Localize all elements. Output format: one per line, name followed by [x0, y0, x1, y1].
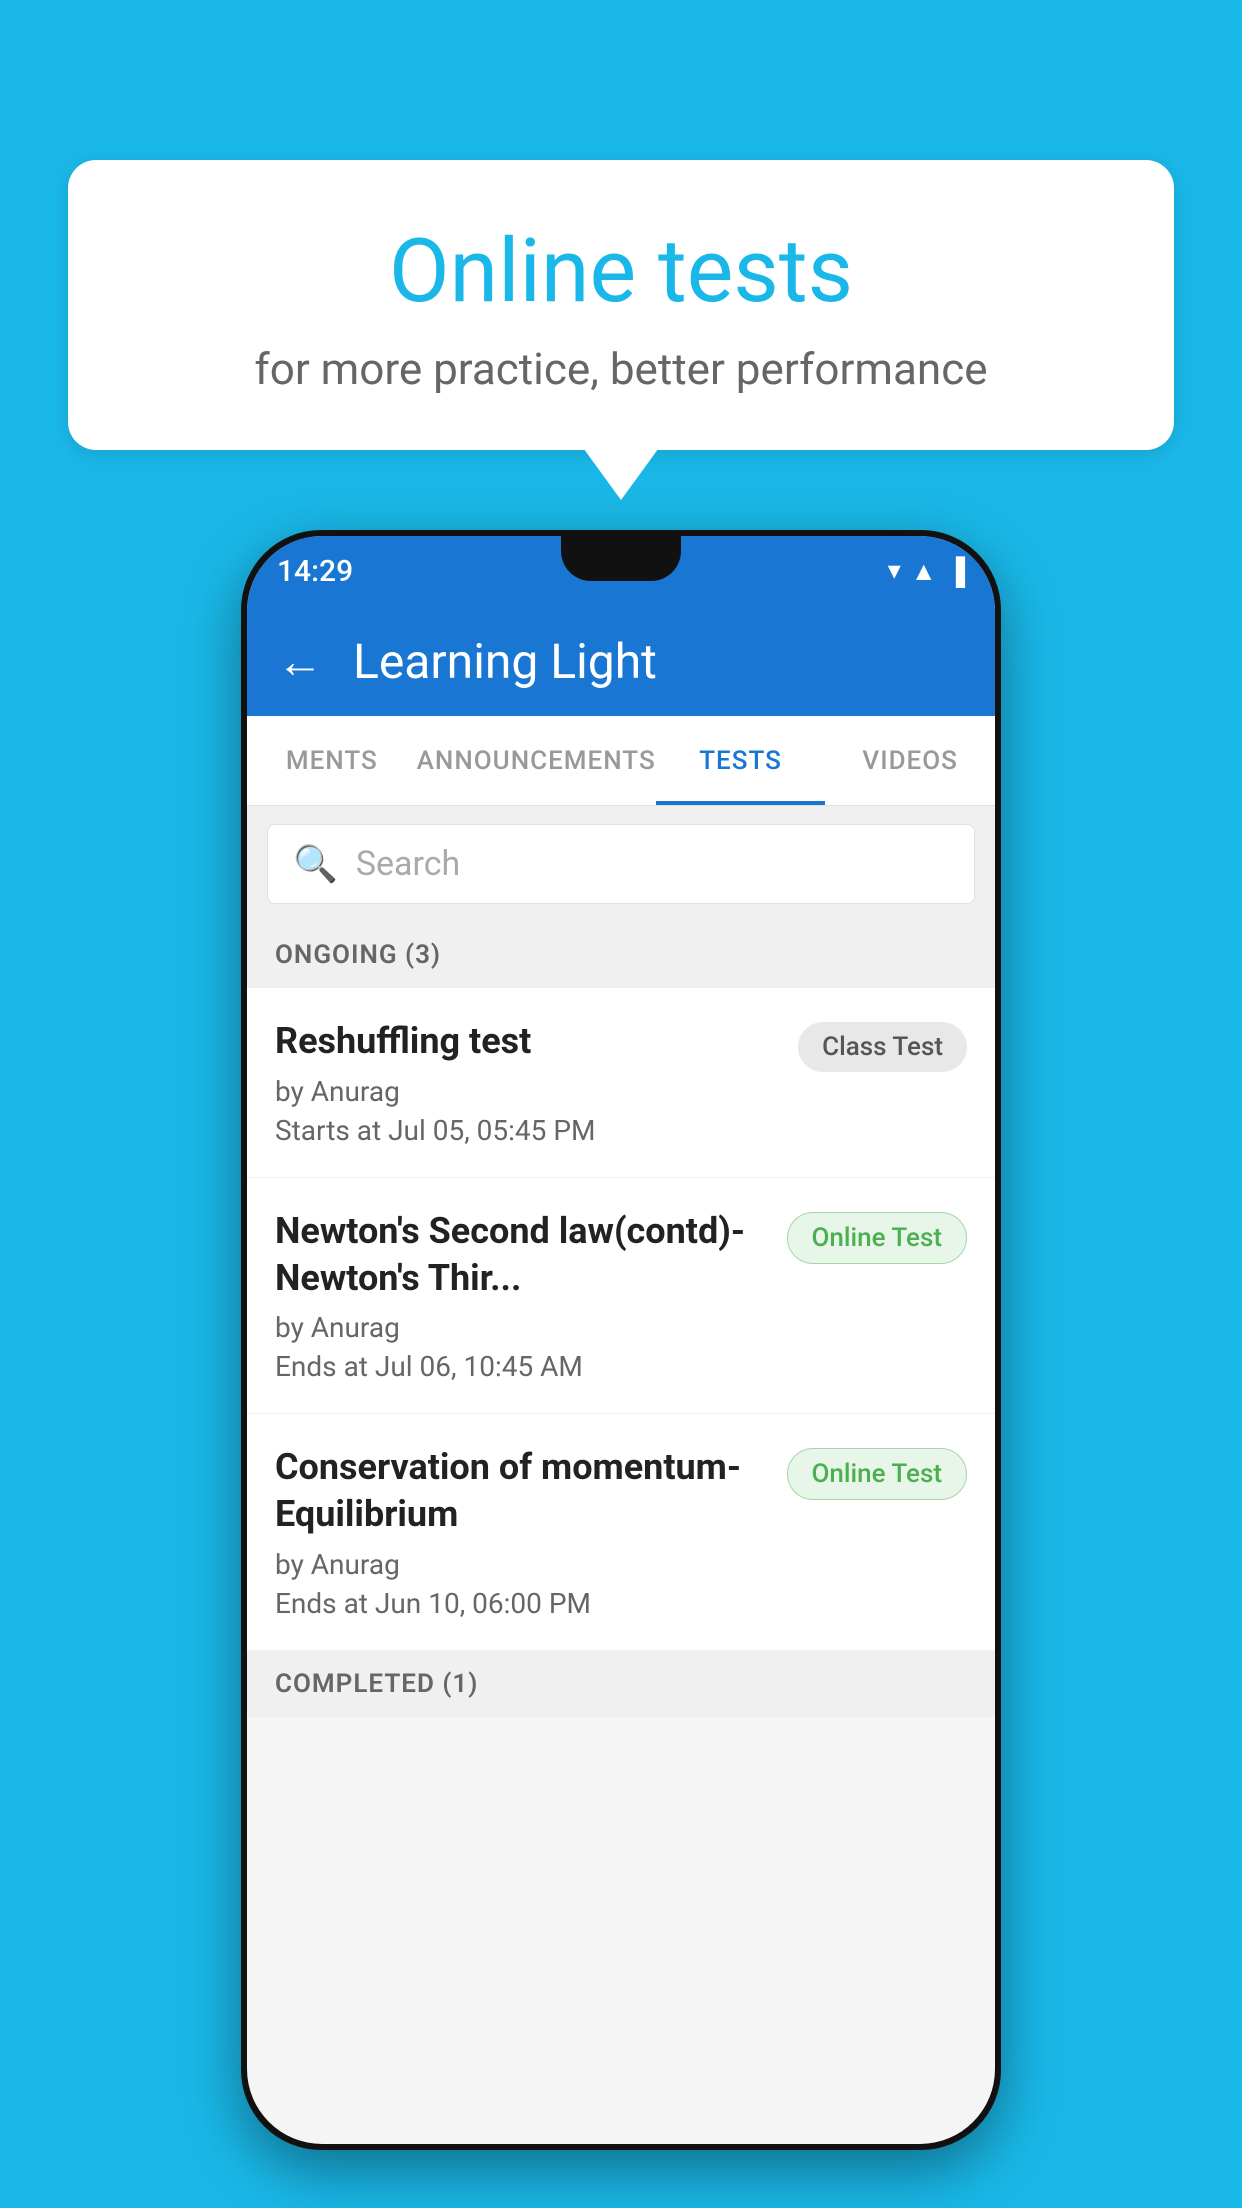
test-author-1: by Anurag — [275, 1075, 778, 1108]
app-bar: ← Learning Light — [247, 606, 995, 716]
test-info-1: Reshuffling test by Anurag Starts at Jul… — [275, 1018, 798, 1147]
notch — [561, 536, 681, 581]
test-name-2: Newton's Second law(contd)-Newton's Thir… — [275, 1208, 767, 1302]
completed-section-header: COMPLETED (1) — [247, 1651, 995, 1717]
test-time-3: Ends at Jun 10, 06:00 PM — [275, 1587, 767, 1620]
battery-icon: ▐ — [947, 556, 965, 587]
signal-icon: ▲ — [911, 556, 937, 587]
test-item-1[interactable]: Reshuffling test by Anurag Starts at Jul… — [247, 988, 995, 1178]
test-name-1: Reshuffling test — [275, 1018, 778, 1065]
test-item-3[interactable]: Conservation of momentum-Equilibrium by … — [247, 1414, 995, 1651]
bubble-title: Online tests — [118, 220, 1124, 323]
tab-ments[interactable]: MENTS — [247, 716, 417, 805]
search-bar[interactable]: 🔍 Search — [267, 824, 975, 904]
test-badge-2: Online Test — [787, 1212, 968, 1264]
phone-frame: 14:29 ▾ ▲ ▐ ← Learning Light MENTS ANNOU… — [241, 530, 1001, 2150]
test-time-2: Ends at Jul 06, 10:45 AM — [275, 1350, 767, 1383]
test-item-2[interactable]: Newton's Second law(contd)-Newton's Thir… — [247, 1178, 995, 1415]
phone-screen: 14:29 ▾ ▲ ▐ ← Learning Light MENTS ANNOU… — [247, 536, 995, 2144]
test-author-3: by Anurag — [275, 1548, 767, 1581]
test-info-2: Newton's Second law(contd)-Newton's Thir… — [275, 1208, 787, 1384]
tab-announcements[interactable]: ANNOUNCEMENTS — [417, 716, 656, 805]
wifi-icon: ▾ — [888, 556, 901, 586]
search-placeholder: Search — [356, 844, 460, 884]
test-time-1: Starts at Jul 05, 05:45 PM — [275, 1114, 778, 1147]
status-bar: 14:29 ▾ ▲ ▐ — [247, 536, 995, 606]
test-author-2: by Anurag — [275, 1311, 767, 1344]
back-button[interactable]: ← — [277, 634, 323, 689]
bubble-subtitle: for more practice, better performance — [118, 343, 1124, 395]
test-name-3: Conservation of momentum-Equilibrium — [275, 1444, 767, 1538]
tab-videos[interactable]: VIDEOS — [825, 716, 995, 805]
search-icon: 🔍 — [293, 843, 338, 885]
app-bar-title: Learning Light — [353, 633, 657, 690]
status-time: 14:29 — [277, 554, 353, 589]
tab-tests[interactable]: TESTS — [656, 716, 826, 805]
test-list: Reshuffling test by Anurag Starts at Jul… — [247, 988, 995, 1651]
ongoing-section-header: ONGOING (3) — [247, 922, 995, 988]
search-container: 🔍 Search — [247, 806, 995, 922]
status-icons: ▾ ▲ ▐ — [888, 556, 965, 587]
tabs-bar: MENTS ANNOUNCEMENTS TESTS VIDEOS — [247, 716, 995, 806]
promo-bubble: Online tests for more practice, better p… — [68, 160, 1174, 450]
test-badge-3: Online Test — [787, 1448, 968, 1500]
test-badge-1: Class Test — [798, 1022, 967, 1072]
test-info-3: Conservation of momentum-Equilibrium by … — [275, 1444, 787, 1620]
